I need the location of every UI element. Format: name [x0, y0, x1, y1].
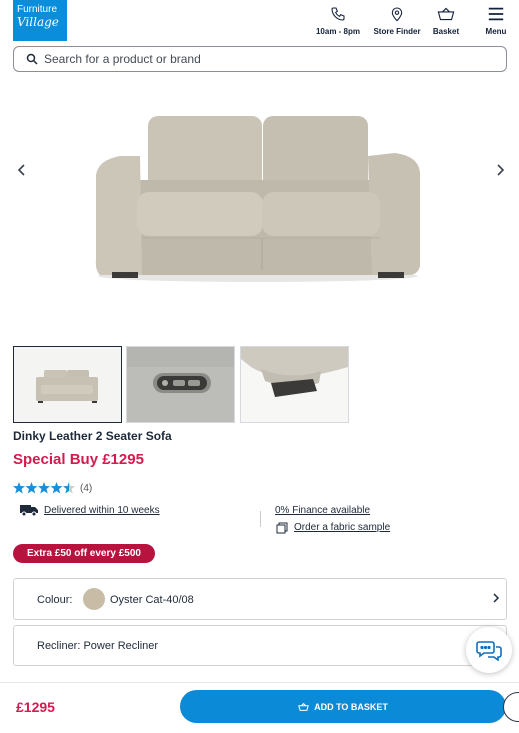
colour-value: Oyster Cat-40/08: [110, 594, 194, 606]
thumbnail-recliner-button-view[interactable]: [126, 346, 235, 423]
star-icon: [50, 482, 63, 494]
recliner-label: Recliner: Power Recliner: [37, 640, 159, 652]
chat-button[interactable]: [466, 627, 512, 673]
rating-row[interactable]: (4): [13, 481, 92, 495]
menu-button[interactable]: Menu: [481, 6, 511, 36]
sofa-main-image: [95, 116, 420, 282]
star-icon: [63, 482, 75, 494]
star-icon: [38, 482, 50, 494]
chevron-right-icon[interactable]: [492, 162, 508, 178]
fabric-sample-link[interactable]: Order a fabric sample: [294, 522, 390, 533]
furniture-village-logo[interactable]: Furniture Village: [13, 0, 67, 41]
star-rating: [13, 482, 75, 494]
logo-text-line2: Village: [17, 15, 59, 29]
opening-hours-label: 10am - 8pm: [315, 27, 361, 36]
store-finder-label: Store Finder: [373, 27, 421, 36]
add-to-basket-label: ADD TO BASKET: [314, 701, 388, 712]
sticky-price: £1295: [16, 699, 55, 715]
chevron-right-icon: [493, 593, 500, 603]
location-pin-icon: [391, 7, 403, 22]
site-header: Furniture Village 10am - 8pm Store Finde…: [0, 0, 519, 44]
logo-text-line1: Furniture: [17, 4, 58, 15]
product-image-carousel[interactable]: [0, 80, 519, 335]
fabric-sample-icon: [276, 522, 288, 534]
menu-label: Menu: [485, 27, 507, 36]
sticky-add-to-basket-bar: £1295 ADD TO BASKET: [0, 682, 519, 733]
basket-label: Basket: [432, 27, 460, 36]
basket-icon: [298, 702, 309, 711]
search-input[interactable]: [44, 50, 494, 68]
thumbnail-front-view[interactable]: [13, 346, 122, 423]
delivery-link[interactable]: Delivered within 10 weeks: [44, 505, 160, 516]
search-bar[interactable]: [13, 46, 507, 72]
special-price: Special Buy £1295: [13, 451, 144, 468]
basket-icon: [437, 7, 455, 21]
finance-link[interactable]: 0% Finance available: [275, 505, 370, 516]
recliner-selector[interactable]: Recliner: Power Recliner: [13, 625, 507, 666]
star-icon: [25, 482, 38, 494]
chat-icon: [476, 641, 502, 661]
menu-icon: [488, 7, 504, 21]
chevron-left-icon[interactable]: [14, 162, 30, 178]
colour-label: Colour:: [37, 594, 73, 606]
star-icon: [13, 482, 25, 494]
divider: [260, 511, 261, 527]
product-title: Dinky Leather 2 Seater Sofa: [13, 429, 172, 443]
search-icon: [26, 53, 38, 65]
thumbnail-foot-detail-view[interactable]: [240, 346, 349, 423]
store-finder-link[interactable]: Store Finder: [369, 6, 425, 36]
colour-swatch: [83, 588, 105, 610]
colour-selector[interactable]: Colour: Oyster Cat-40/08: [13, 578, 507, 620]
phone-icon: [331, 7, 345, 21]
basket-link[interactable]: Basket: [428, 6, 464, 36]
scroll-to-top-button[interactable]: [503, 692, 519, 722]
truck-icon: [20, 505, 38, 517]
review-count[interactable]: (4): [80, 483, 92, 494]
add-to-basket-button[interactable]: ADD TO BASKET: [180, 690, 506, 723]
opening-hours-link[interactable]: 10am - 8pm: [313, 6, 363, 36]
promo-badge: Extra £50 off every £500: [13, 544, 155, 563]
